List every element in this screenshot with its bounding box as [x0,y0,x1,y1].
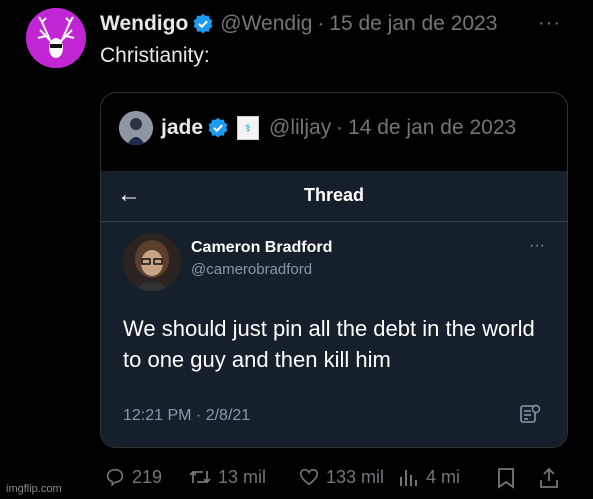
tweet-date[interactable]: 15 de jan de 2023 [329,12,497,36]
heart-icon [299,468,319,486]
retweet-button[interactable]: 13 mil [188,466,266,488]
thread-header-bar: ← Thread [101,171,567,222]
views-button[interactable]: 4 mi [398,466,460,488]
share-icon [540,467,558,488]
embedded-timestamp: 12:21 PM · 2/8/21 [123,407,251,424]
bookmark-icon [498,468,514,489]
quoted-author-name[interactable]: jade [161,116,203,140]
analytics-icon [520,404,541,423]
more-options-icon[interactable]: ··· [538,12,561,35]
views-icon [400,470,417,486]
quoted-tweet-date[interactable]: 14 de jan de 2023 [348,116,516,140]
action-bar: 219 13 mil 133 mil 4 mi [100,466,566,496]
views-count: 4 mi [426,466,461,487]
author-name[interactable]: Wendigo [100,12,188,36]
verified-icon [208,117,228,138]
embedded-author-avatar [123,233,181,291]
separator-dot: · [317,12,325,35]
embedded-more-icon: ··· [529,237,545,254]
thread-title: Thread [303,185,364,205]
quoted-tweet[interactable]: jade ⚕ @liljay · 14 de jan de 2023 ← Thr… [100,92,568,448]
like-count: 133 mil [326,466,385,487]
quoted-author-handle[interactable]: @liljay [269,116,331,140]
reply-icon [106,468,124,487]
retweet-count: 13 mil [218,466,267,487]
embedded-screenshot: ← Thread Cameron Bradford @camerobradfor… [101,171,567,447]
affiliate-badge-icon: ⚕ [237,116,260,140]
like-button[interactable]: 133 mil [298,466,384,488]
retweet-icon [189,470,211,484]
quoted-tweet-header: jade ⚕ @liljay · 14 de jan de 2023 [119,111,516,145]
embedded-tweet-text: We should just pin all the debt in the w… [123,316,535,372]
tweet-text: Christianity: [100,44,210,67]
author-avatar[interactable] [26,8,86,68]
bookmark-button[interactable] [495,466,523,490]
watermark: imgflip.com [6,483,62,495]
quoted-author-avatar[interactable] [119,111,153,145]
tweet-header: Wendigo @Wendigo · 15 de jan de 2023 [100,10,497,38]
reply-count: 219 [132,466,163,487]
embedded-author-name: Cameron Bradford [191,239,333,256]
verified-icon [193,13,213,34]
author-handle[interactable]: @Wendigo [220,12,312,36]
embedded-author-handle: @camerobradford [191,261,313,278]
share-button[interactable] [538,466,566,490]
reply-button[interactable]: 219 [104,466,162,488]
separator-dot: · [336,116,344,139]
